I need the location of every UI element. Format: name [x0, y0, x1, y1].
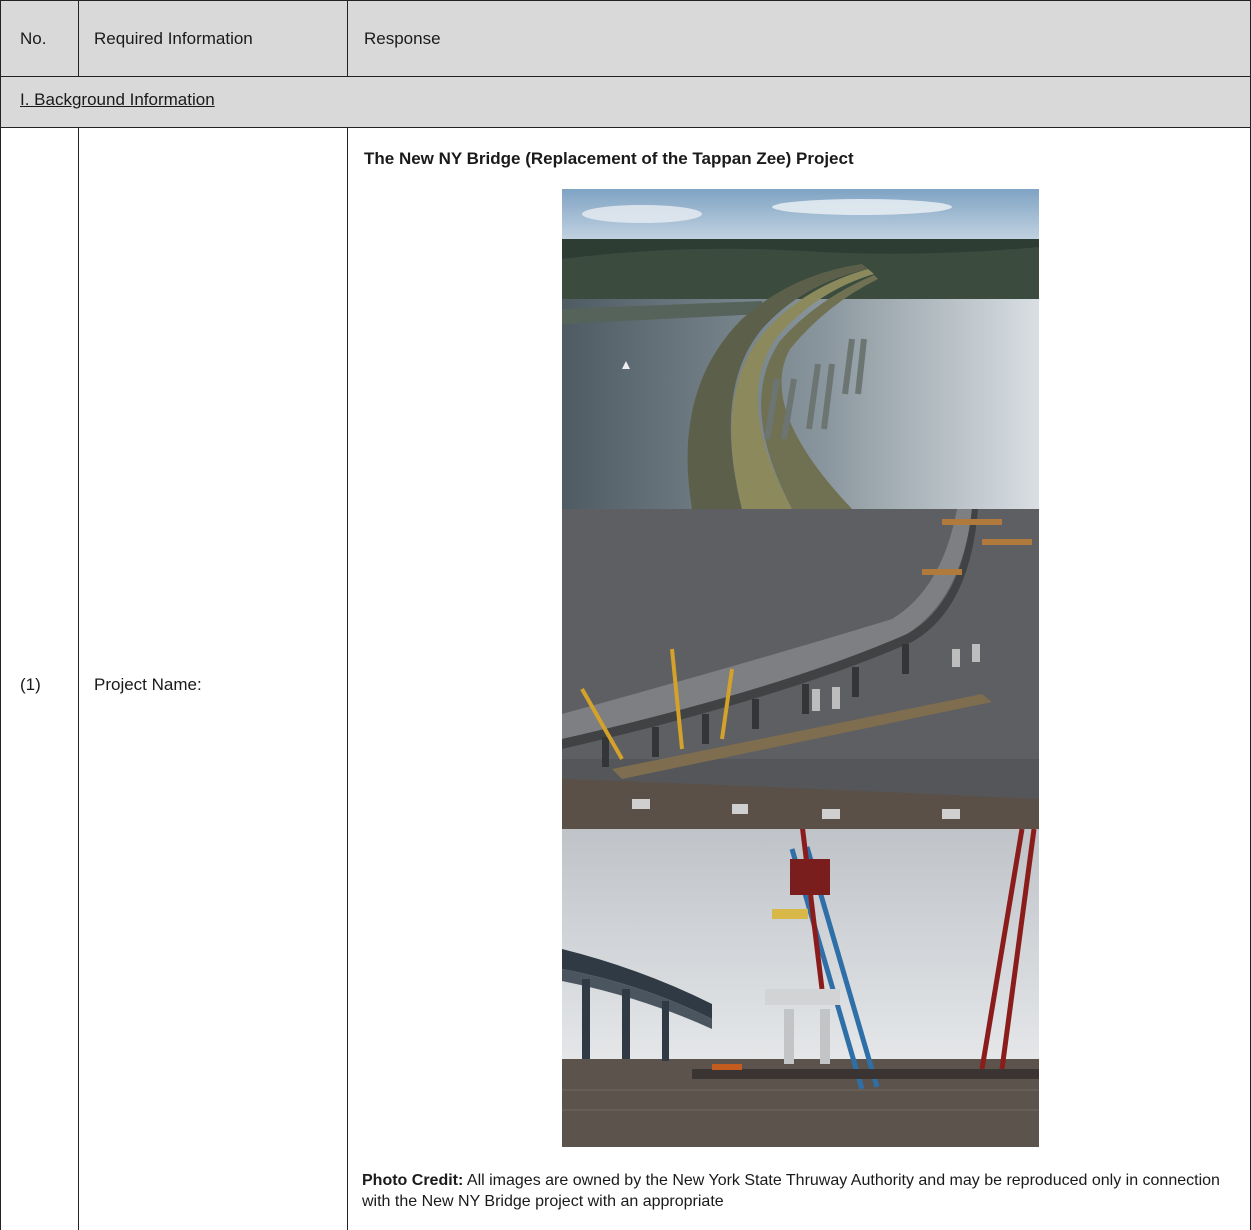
- document-table: No. Required Information Response I. Bac…: [0, 0, 1251, 1230]
- photo-credit-text: All images are owned by the New York Sta…: [362, 1172, 1220, 1210]
- project-title: The New NY Bridge (Replacement of the Ta…: [364, 149, 854, 168]
- row-number: (1): [20, 675, 41, 694]
- section-title: I. Background Information: [20, 90, 215, 109]
- photo-credit: Photo Credit: All images are owned by th…: [362, 1170, 1222, 1212]
- col-divider-1-header: [78, 0, 79, 77]
- header-response: Response: [364, 29, 441, 48]
- header-bottom-border: [0, 76, 1251, 77]
- col-divider-2-header: [347, 0, 348, 77]
- section-bottom-border: [0, 127, 1251, 128]
- table-left-border: [0, 0, 1, 1230]
- crane-lifting-girder-photo: [562, 829, 1039, 1147]
- bridge-construction-aerial-photo: [562, 509, 1039, 829]
- aerial-bridge-rendering-photo: [562, 189, 1039, 509]
- table-top-border: [0, 0, 1251, 1]
- row-label: Project Name:: [94, 675, 202, 694]
- col-divider-2: [347, 127, 348, 1230]
- col-divider-1: [78, 127, 79, 1230]
- photo-credit-label: Photo Credit:: [362, 1172, 464, 1189]
- header-no: No.: [20, 29, 47, 48]
- header-required-information: Required Information: [94, 29, 253, 48]
